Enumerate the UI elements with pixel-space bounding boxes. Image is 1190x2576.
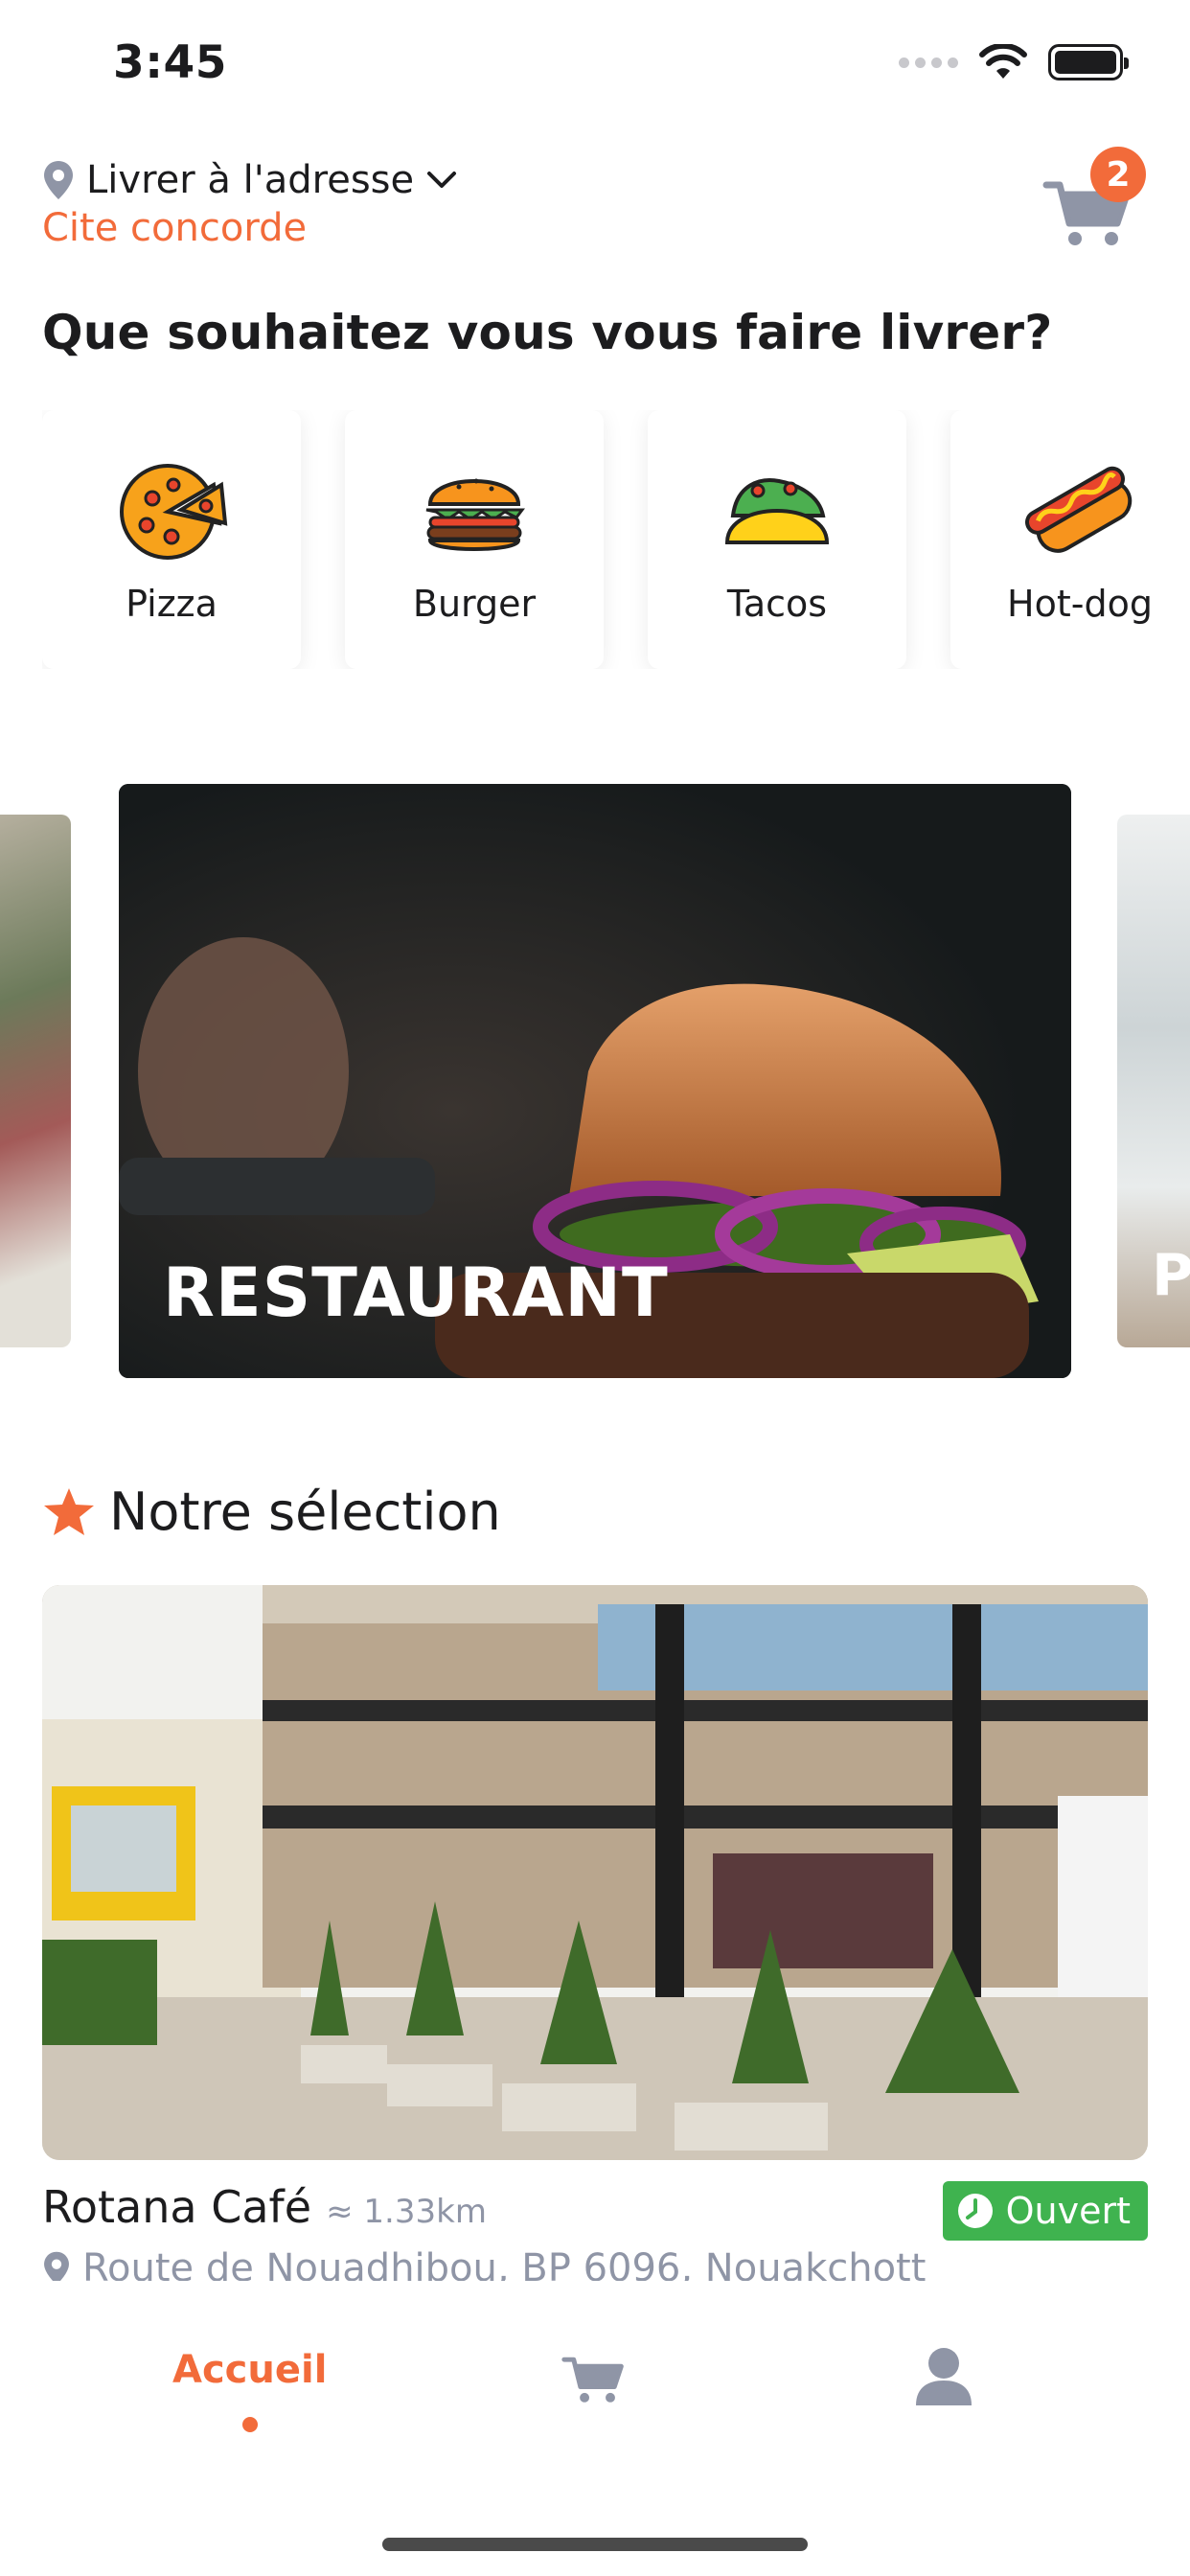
cellular-signal-icon [899,57,958,68]
selection-title: Notre sélection [109,1482,501,1542]
category-label: Hot-dog [1007,583,1153,625]
restaurant-info[interactable]: Rotana Café ≈ 1.33km Route de Nouadhibou… [42,2181,1148,2285]
bottom-navigation: Accueil [0,2281,1190,2576]
category-label: Pizza [126,583,217,625]
restaurant-card-image[interactable] [42,1585,1148,2160]
category-pizza[interactable]: Pizza [42,410,301,669]
banner-next-title: P [1152,1242,1190,1309]
category-list: Pizza Burger Tacos Hot-dog [42,410,1190,669]
location-pin-icon [44,161,73,199]
header: Livrer à l'adresse Cite concorde 2 [42,147,1148,264]
banner-title: RESTAURANT [163,1254,669,1332]
burger-icon [425,478,525,551]
hotdog-icon [1025,466,1133,553]
wifi-icon [979,44,1027,79]
page-question: Que souhaitez vous vous faire livrer? [42,305,1053,360]
category-label: Tacos [726,583,828,625]
chevron-down-icon [427,172,457,188]
restaurant-distance: ≈ 1.33km [326,2193,487,2231]
restaurant-address-row: Route de Nouadhibou, BP 6096, Nouakchott [42,2246,1148,2285]
cart-icon [561,2357,624,2403]
star-icon [44,1487,94,1535]
category-tacos[interactable]: Tacos [648,410,906,669]
status-badge: Ouvert [942,2181,1148,2241]
delivery-address[interactable]: Cite concorde [42,206,1148,250]
carousel-banner-previous[interactable] [0,815,71,1347]
pizza-icon [120,464,228,560]
user-icon [916,2348,972,2405]
restaurant-address: Route de Nouadhibou, BP 6096, Nouakchott [82,2246,927,2285]
nav-home[interactable]: Accueil [172,2348,327,2432]
selection-heading: Notre sélection [42,1482,501,1542]
battery-icon [1048,44,1129,80]
active-indicator-dot [241,2417,258,2432]
nav-profile[interactable] [912,2344,975,2407]
carousel-banner-next[interactable]: P [1117,815,1190,1347]
status-time: 3:45 [113,36,227,89]
category-hotdog[interactable]: Hot-dog [950,410,1190,669]
status-icons [899,44,1129,80]
nav-cart[interactable] [560,2346,629,2411]
carousel-banner-restaurant[interactable]: RESTAURANT [119,784,1071,1378]
category-burger[interactable]: Burger [345,410,604,669]
promo-carousel[interactable]: RESTAURANT P [0,784,1190,1378]
location-pin-icon [44,2251,69,2285]
restaurant-name: Rotana Café [42,2181,312,2233]
nav-home-label: Accueil [172,2348,328,2392]
clock-icon [957,2194,993,2228]
status-badge-label: Ouvert [1005,2190,1131,2232]
delivery-label: Livrer à l'adresse [86,158,415,202]
category-label: Burger [412,583,537,625]
status-bar: 3:45 [0,0,1190,126]
delivery-address-selector[interactable]: Livrer à l'adresse [42,158,1148,202]
cart-count-badge: 2 [1090,147,1146,202]
cart-button[interactable]: 2 [1042,147,1148,254]
restaurant-photo [42,1585,1148,2160]
home-indicator [382,2538,808,2551]
tacos-icon [724,478,830,544]
